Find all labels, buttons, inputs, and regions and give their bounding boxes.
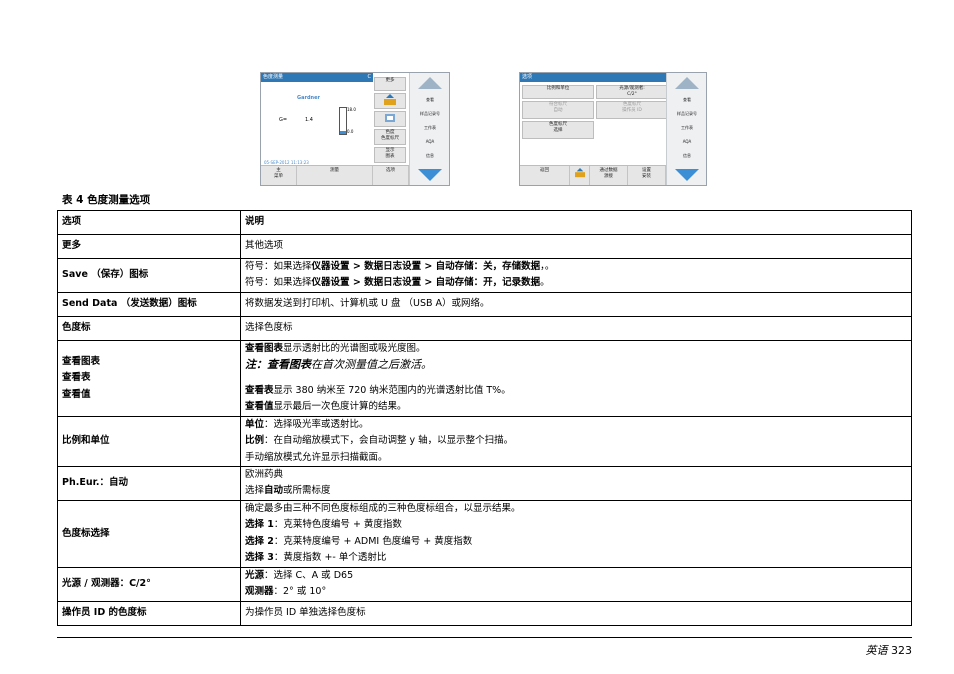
option-cell: 操作员 ID 的色度标 [57, 600, 241, 626]
main-menu-button[interactable]: 主 菜单 [261, 166, 297, 185]
bar-max: 18.0 [347, 107, 356, 112]
table-row: 操作员 ID 的色度标 为操作员 ID 单独选择色度标 [57, 600, 912, 626]
desc-cell: 符号：如果选择仪器设置 > 数据日志设置 > 自动存储：关，存储数据，。 符号：… [240, 258, 912, 293]
desc-cell: 其他选项 [240, 234, 912, 259]
sidebar-sample-id[interactable]: 样品记录号 [667, 111, 706, 117]
table-row: 查看图表 查看表 查看值 查看图表显示透射比的光谱图或吸光度图。 注：查看图表在… [57, 339, 912, 417]
screenshot-color-measurement: 色度测量 C Gardner G= 1.4 18.0 0.0 05-SEP-201… [260, 72, 450, 186]
bottom-bar: 主 菜单 测量 选项 [261, 165, 409, 185]
desc-cell: 选择色度标 [240, 315, 912, 341]
operator-scale-button[interactable]: 色度标尺 操作员 ID [596, 101, 668, 119]
desc-cell: 确定最多由三种不同色度标组成的三种色度标组合，以显示结果。 选择 1：克莱特色度… [240, 499, 912, 568]
table-row: 更多 其他选项 [57, 234, 912, 259]
scroll-up-icon[interactable] [418, 77, 442, 89]
reading-label: G= [279, 117, 288, 123]
show-chart-button[interactable]: 显示 图表 [374, 147, 406, 163]
option-cell: Send Data （发送数据）图标 [57, 291, 241, 317]
table-header-row: 选项 说明 [57, 210, 912, 235]
option-cell: 光源 / 观测器：C/2° [57, 566, 241, 602]
pheur-button[interactable]: 符合标尺 自动 [522, 101, 594, 119]
measure-button[interactable]: 测量 [297, 166, 373, 185]
screen-title: 色度测量 C [261, 73, 373, 82]
save-icon-button[interactable] [570, 166, 590, 185]
sidebar-info[interactable]: 信息 [667, 153, 706, 159]
method-label: Gardner [297, 95, 320, 101]
table-row: Send Data （发送数据）图标 将数据发送到打印机、计算机或 U 盘 （U… [57, 291, 912, 317]
more-button[interactable]: 更多 [374, 77, 406, 91]
table-caption: 表 4 色度测量选项 [62, 194, 151, 206]
option-cell: 更多 [57, 234, 241, 259]
color-scale-select-button[interactable]: 色度标尺 选择 [522, 121, 594, 139]
option-cell: 比例和单位 [57, 415, 241, 468]
color-scale-button[interactable]: 色度 色度标尺 [374, 129, 406, 145]
send-data-button[interactable]: 通过数据 源接 [590, 166, 628, 185]
option-cell: 色度标 [57, 315, 241, 341]
scroll-up-icon[interactable] [675, 77, 699, 89]
table-row: 色度标 选择色度标 [57, 315, 912, 341]
desc-cell: 欧洲药典 选择自动或所需标度 [240, 466, 912, 501]
footer-language: 英语 [865, 644, 888, 657]
reading-value: 1.4 [305, 117, 313, 123]
option-cell: 查看图表 查看表 查看值 [57, 339, 241, 417]
footer-divider [57, 637, 912, 638]
sidebar-sample-id[interactable]: 样品记录号 [410, 111, 449, 117]
screen-title: 选项 [520, 73, 668, 82]
desc-cell: 查看图表显示透射比的光谱图或吸光度图。 注：查看图表在首次测量值之后激活。 查看… [240, 339, 912, 417]
sidebar-view[interactable]: 查看 [667, 97, 706, 103]
setup-button[interactable]: 设置 安装 [628, 166, 666, 185]
table-row: 光源 / 观测器：C/2° 光源：选择 C、A 或 D65 观测器：2° 或 1… [57, 566, 912, 602]
desc-cell: 为操作员 ID 单独选择色度标 [240, 600, 912, 626]
sidebar-aqa[interactable]: AQA [410, 139, 449, 144]
table-row: Ph.Eur.：自动 欧洲药典 选择自动或所需标度 [57, 466, 912, 501]
send-data-icon [385, 114, 395, 122]
table-row: 比例和单位 单位：选择吸光率或透射比。 比例：在自动缩放模式下，会自动调整 y … [57, 415, 912, 468]
header-description: 说明 [240, 210, 912, 235]
desc-cell: 单位：选择吸光率或透射比。 比例：在自动缩放模式下，会自动调整 y 轴，以显示整… [240, 415, 912, 468]
sidebar-aqa[interactable]: AQA [667, 139, 706, 144]
illuminant-button[interactable]: 光源/观测者: C/2° [596, 85, 668, 99]
sidebar: 查看 样品记录号 工作表 AQA 信息 [666, 73, 706, 185]
save-icon [574, 168, 585, 178]
send-data-icon-button[interactable] [374, 111, 406, 127]
table-row: 色度标选择 确定最多由三种不同色度标组成的三种色度标组合，以显示结果。 选择 1… [57, 499, 912, 568]
scale-units-button[interactable]: 比例和单位 [522, 85, 594, 99]
option-cell: Save （保存）图标 [57, 258, 241, 293]
options-table: 选项 说明 更多 其他选项 Save （保存）图标 符号：如果选择仪器设置 > … [57, 210, 912, 626]
sidebar-view[interactable]: 查看 [410, 97, 449, 103]
sidebar-worksheet[interactable]: 工作表 [410, 125, 449, 131]
page-number: 323 [891, 644, 912, 657]
back-button[interactable]: 返回 [520, 166, 570, 185]
save-icon [384, 94, 396, 105]
scroll-down-icon[interactable] [418, 169, 442, 181]
desc-cell: 将数据发送到打印机、计算机或 U 盘 （USB A）或网络。 [240, 291, 912, 317]
option-cell: Ph.Eur.：自动 [57, 466, 241, 501]
scroll-down-icon[interactable] [675, 169, 699, 181]
sidebar-worksheet[interactable]: 工作表 [667, 125, 706, 131]
sidebar-info[interactable]: 信息 [410, 153, 449, 159]
bar-min: 0.0 [347, 129, 354, 134]
bottom-bar: 返回 通过数据 源接 设置 安装 [520, 165, 666, 185]
sidebar: 查看 样品记录号 工作表 AQA 信息 [409, 73, 449, 185]
screenshot-options: 选项 比例和单位 光源/观测者: C/2° 符合标尺 自动 色度标尺 操作员 I… [519, 72, 707, 186]
save-icon-button[interactable] [374, 93, 406, 109]
level-bar [339, 107, 347, 135]
option-cell: 色度标选择 [57, 499, 241, 568]
desc-cell: 光源：选择 C、A 或 D65 观测器：2° 或 10° [240, 566, 912, 602]
table-row: Save （保存）图标 符号：如果选择仪器设置 > 数据日志设置 > 自动存储：… [57, 258, 912, 293]
page-footer: 英语 323 [866, 642, 913, 658]
header-option: 选项 [57, 210, 241, 235]
options-button[interactable]: 选项 [373, 166, 409, 185]
